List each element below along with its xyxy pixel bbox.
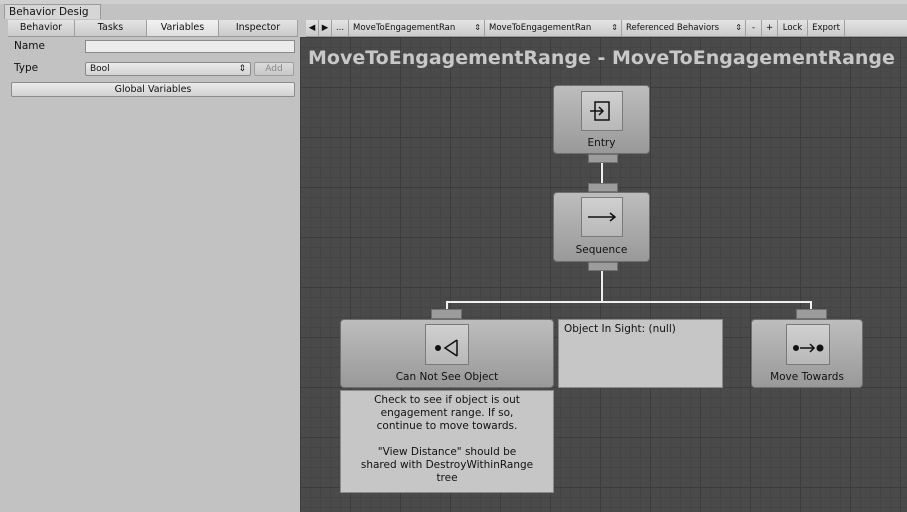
tab-tasks[interactable]: Tasks xyxy=(75,20,147,36)
prev-button[interactable]: ◀ xyxy=(306,20,319,36)
updown-arrow-icon: ⇕ xyxy=(735,23,742,32)
referenced-behaviors-select[interactable]: Referenced Behaviors ⇕ xyxy=(622,20,746,36)
left-tab-bar: Behavior Tasks Variables Inspector xyxy=(8,20,298,37)
tab-variables[interactable]: Variables xyxy=(147,20,219,36)
global-variables-button[interactable]: Global Variables xyxy=(11,82,295,97)
type-row: Type Bool ⇕ Add xyxy=(8,61,298,77)
can-not-see-object-node[interactable]: Can Not See Object xyxy=(340,319,554,388)
move-towards-icon xyxy=(786,324,830,365)
lock-button[interactable]: Lock xyxy=(778,20,808,36)
behavior-select-2[interactable]: MoveToEngagementRan ⇕ xyxy=(485,20,622,36)
comment-line: shared with DestroyWithinRange xyxy=(360,459,534,471)
export-button[interactable]: Export xyxy=(808,20,845,36)
name-input[interactable] xyxy=(85,40,295,53)
tab-behavior[interactable]: Behavior xyxy=(8,20,75,36)
can-not-see-label: Can Not See Object xyxy=(395,371,499,383)
more-button[interactable]: ... xyxy=(332,20,349,36)
name-label: Name xyxy=(14,40,45,52)
behavior-select-1[interactable]: MoveToEngagementRan ⇕ xyxy=(349,20,485,36)
sight-icon xyxy=(425,324,469,365)
next-button[interactable]: ▶ xyxy=(319,20,332,36)
updown-arrow-icon: ⇕ xyxy=(611,23,618,32)
plus-button[interactable]: + xyxy=(762,20,778,36)
node-comment-box: Check to see if object is out engagement… xyxy=(340,390,554,493)
comment-line: tree xyxy=(436,472,458,484)
type-label: Type xyxy=(14,62,39,74)
behavior-select-1-label: MoveToEngagementRan xyxy=(353,23,456,33)
sequence-output-connector[interactable] xyxy=(588,262,618,271)
wire-entry-sequence xyxy=(601,162,603,184)
watched-variable-box: Object In Sight: (null) xyxy=(558,319,723,388)
top-strip xyxy=(0,0,907,4)
entry-output-connector[interactable] xyxy=(588,154,618,163)
tab-inspector[interactable]: Inspector xyxy=(219,20,298,36)
comment-line: continue to move towards. xyxy=(376,420,518,432)
updown-arrow-icon: ⇕ xyxy=(474,23,481,32)
entry-label: Entry xyxy=(587,137,616,149)
arrow-right-icon xyxy=(581,197,623,237)
behavior-graph-canvas[interactable]: MoveToEngagementRange - MoveToEngagement… xyxy=(300,37,907,512)
sequence-input-connector[interactable] xyxy=(588,183,618,192)
sequence-node[interactable]: Sequence xyxy=(553,192,650,262)
add-button[interactable]: Add xyxy=(254,62,294,76)
comment-line: Check to see if object is out xyxy=(374,394,520,406)
sequence-label: Sequence xyxy=(575,244,628,256)
window-tab[interactable]: Behavior Desig xyxy=(4,4,101,19)
comment-line: engagement range. If so, xyxy=(380,407,514,419)
move-towards-input-connector[interactable] xyxy=(796,309,827,319)
move-towards-label: Move Towards xyxy=(770,371,844,383)
variables-panel: Name Type Bool ⇕ Add Global Variables xyxy=(8,37,298,512)
graph-title: MoveToEngagementRange - MoveToEngagement… xyxy=(308,47,895,69)
entry-icon xyxy=(581,91,623,131)
graph-toolbar: ◀ ▶ ... MoveToEngagementRan ⇕ MoveToEnga… xyxy=(306,20,907,37)
minus-button[interactable]: - xyxy=(746,20,762,36)
entry-node[interactable]: Entry xyxy=(553,85,650,154)
type-select-value: Bool xyxy=(90,64,110,74)
move-towards-node[interactable]: Move Towards xyxy=(751,319,863,388)
can-not-see-input-connector[interactable] xyxy=(431,309,462,319)
comment-spacer xyxy=(341,433,553,446)
behavior-select-2-label: MoveToEngagementRan xyxy=(489,23,592,33)
name-row: Name xyxy=(8,39,298,55)
updown-arrow-icon: ⇕ xyxy=(238,64,246,74)
watched-variable-text: Object In Sight: (null) xyxy=(564,323,676,335)
referenced-behaviors-label: Referenced Behaviors xyxy=(626,23,720,33)
wire-horizontal xyxy=(446,301,812,303)
wire-sequence-down xyxy=(601,269,603,303)
type-select[interactable]: Bool ⇕ xyxy=(85,62,251,76)
comment-line: "View Distance" should be xyxy=(377,446,517,458)
